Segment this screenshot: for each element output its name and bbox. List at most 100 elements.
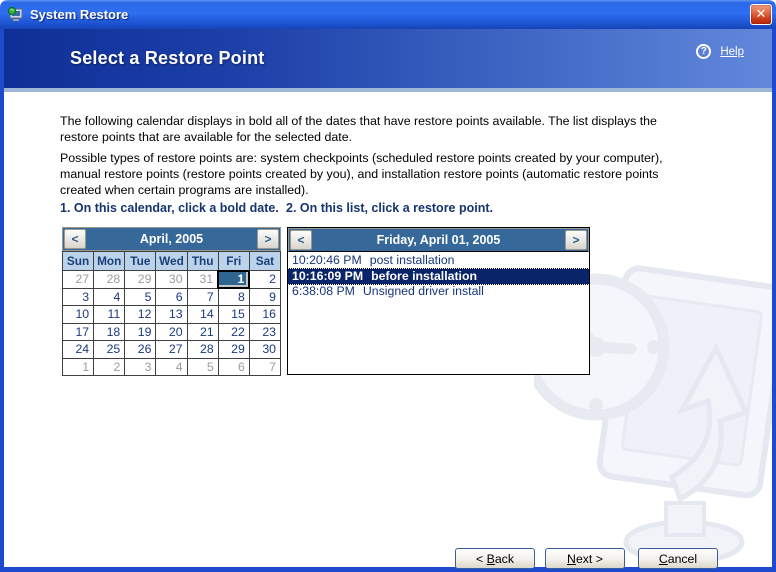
calendar-day-cell[interactable]: 4 [155,357,188,376]
intro-line: manual restore points (restore points cr… [60,167,659,181]
calendar-day-cell[interactable]: 2 [248,270,282,289]
close-button[interactable]: ✕ [750,4,772,25]
calendar-day-cell[interactable]: 14 [186,305,219,324]
calendar-day-cell[interactable]: 7 [248,357,282,376]
calendar-day-cell[interactable]: 16 [248,305,282,324]
calendar-grid: Sun Mon Tue Wed Thu Fri Sat 27 28 29 30 31 1 2… [61,251,282,376]
calendar-week-row: 1234567 [61,357,282,376]
restore-point-item[interactable]: 6:38:08 PM Unsigned driver install [288,284,589,300]
intro-paragraph-2: Possible types of restore points are: sy… [60,150,663,198]
calendar-day-cell[interactable]: 13 [155,305,188,324]
step-list-heading: 2. On this list, click a restore point. [286,201,494,215]
calendar-day-cell[interactable]: 7 [186,287,219,306]
calendar-day-cell[interactable]: 30 [248,340,282,359]
calendar-grid-body: 27 28 29 30 31 1 2 3 4 5 6 7 8 9 10 11 12 13 14 15 16 17 18 19 2… [61,269,282,376]
restore-point-time: 10:16:09 PM [292,268,364,283]
day-header: Tue [124,251,157,271]
close-icon: ✕ [755,6,767,21]
step-calendar-heading: 1. On this calendar, click a bold date. [60,201,279,215]
calendar-day-cell[interactable]: 8 [217,287,250,306]
restore-point-item[interactable]: 10:16:09 PM before installation [287,267,590,285]
day-header: Thu [186,251,219,271]
help-icon[interactable]: ? [696,44,712,59]
day-header: Sun [61,251,95,271]
calendar-day-cell[interactable]: 9 [248,287,282,306]
list-next-day-button[interactable]: > [565,230,587,250]
day-header: Mon [93,251,126,271]
step-headings: 1. On this calendar, click a bold date. … [60,201,493,215]
calendar-day-cell[interactable]: 17 [61,322,95,341]
calendar-day-cell[interactable]: 6 [217,357,250,376]
calendar-day-cell[interactable]: 19 [124,322,157,341]
back-button[interactable]: < Back [455,548,535,569]
calendar-day-cell[interactable]: 12 [124,305,157,324]
chevron-left-icon: < [71,232,79,246]
system-restore-icon [7,6,23,22]
titlebar[interactable]: System Restore ✕ [0,0,776,29]
calendar-day-cell[interactable]: 10 [61,305,95,324]
chevron-right-icon: > [572,233,580,247]
calendar-day-cell[interactable]: 1 [61,357,95,376]
chevron-right-icon: > [264,232,272,246]
day-header: Fri [217,251,250,271]
calendar-day-cell[interactable]: 22 [217,322,250,341]
calendar-day-cell[interactable]: 28 [93,270,126,289]
intro-line: Possible types of restore points are: sy… [60,151,663,165]
restore-point-label: post installation [369,253,455,267]
system-restore-window: System Restore ✕ Select a Restore Point … [0,0,776,572]
intro-line: created when certain programs are instal… [60,183,309,197]
page-title: Select a Restore Point [70,48,265,68]
calendar-day-cell[interactable]: 20 [155,322,188,341]
calendar-day-cell[interactable]: 26 [124,340,157,359]
calendar-day-cell[interactable]: 11 [93,305,126,324]
calendar-day-cell[interactable]: 6 [155,287,188,306]
content-area: The following calendar displays in bold … [4,92,772,569]
calendar-week-row: 3456789 [61,287,282,306]
day-header: Sat [248,251,282,271]
calendar-day-cell[interactable]: 4 [93,287,126,306]
calendar-day-cell[interactable]: 23 [248,322,282,341]
calendar-month-label: April, 2005 [139,232,204,246]
calendar-day-cell[interactable]: 25 [93,340,126,359]
window-body: Select a Restore Point ? Help The follow… [0,29,776,572]
cancel-button[interactable]: Cancel [638,548,718,569]
calendar-day-cell[interactable]: 28 [186,340,219,359]
calendar-day-cell[interactable]: 3 [124,357,157,376]
calendar-header: < April, 2005 > [62,227,281,251]
calendar: < April, 2005 > Sun Mon Tue Wed Thu Fri … [61,227,282,376]
calendar-day-cell[interactable]: 15 [217,305,250,324]
next-button[interactable]: Next > [545,548,625,569]
calendar-day-cell[interactable]: 1 [217,269,251,289]
calendar-prev-month-button[interactable]: < [64,229,86,249]
calendar-week-row: 24 25 26 27 28 29 30 [61,340,282,359]
restore-point-label: Unsigned driver install [362,284,484,298]
calendar-day-cell[interactable]: 27 [155,340,188,359]
day-header: Wed [155,251,188,271]
intro-line: restore points that are available for th… [60,130,353,144]
calendar-day-cell[interactable]: 3 [61,287,95,306]
intro-line: The following calendar displays in bold … [60,114,657,128]
calendar-day-cell[interactable]: 31 [186,270,219,289]
restore-point-time: 6:38:08 PM [292,284,355,298]
help-link[interactable]: Help [720,46,744,58]
calendar-day-cell[interactable]: 24 [61,340,95,359]
calendar-day-cell[interactable]: 29 [217,340,250,359]
calendar-day-cell[interactable]: 21 [186,322,219,341]
restore-list-date-label: Friday, April 01, 2005 [376,233,501,247]
calendar-week-row: 17 18 19 20 21 22 23 [61,322,282,341]
calendar-day-cell[interactable]: 30 [155,270,188,289]
restore-point-label: before installation [371,268,477,283]
calendar-day-cell[interactable]: 27 [61,270,95,289]
list-prev-day-button[interactable]: < [290,230,312,250]
calendar-day-cell[interactable]: 5 [186,357,219,376]
window-title: System Restore [30,7,129,22]
page-header: Select a Restore Point ? Help [4,29,772,88]
calendar-day-header-row: Sun Mon Tue Wed Thu Fri Sat [61,251,282,271]
calendar-day-cell[interactable]: 29 [124,270,157,289]
calendar-day-cell[interactable]: 2 [93,357,126,376]
restore-point-item[interactable]: 10:20:46 PM post installation [288,253,589,269]
calendar-day-cell[interactable]: 18 [93,322,126,341]
calendar-week-row: 27 28 29 30 31 1 2 [61,269,282,289]
calendar-next-month-button[interactable]: > [257,229,279,249]
calendar-day-cell[interactable]: 5 [124,287,157,306]
